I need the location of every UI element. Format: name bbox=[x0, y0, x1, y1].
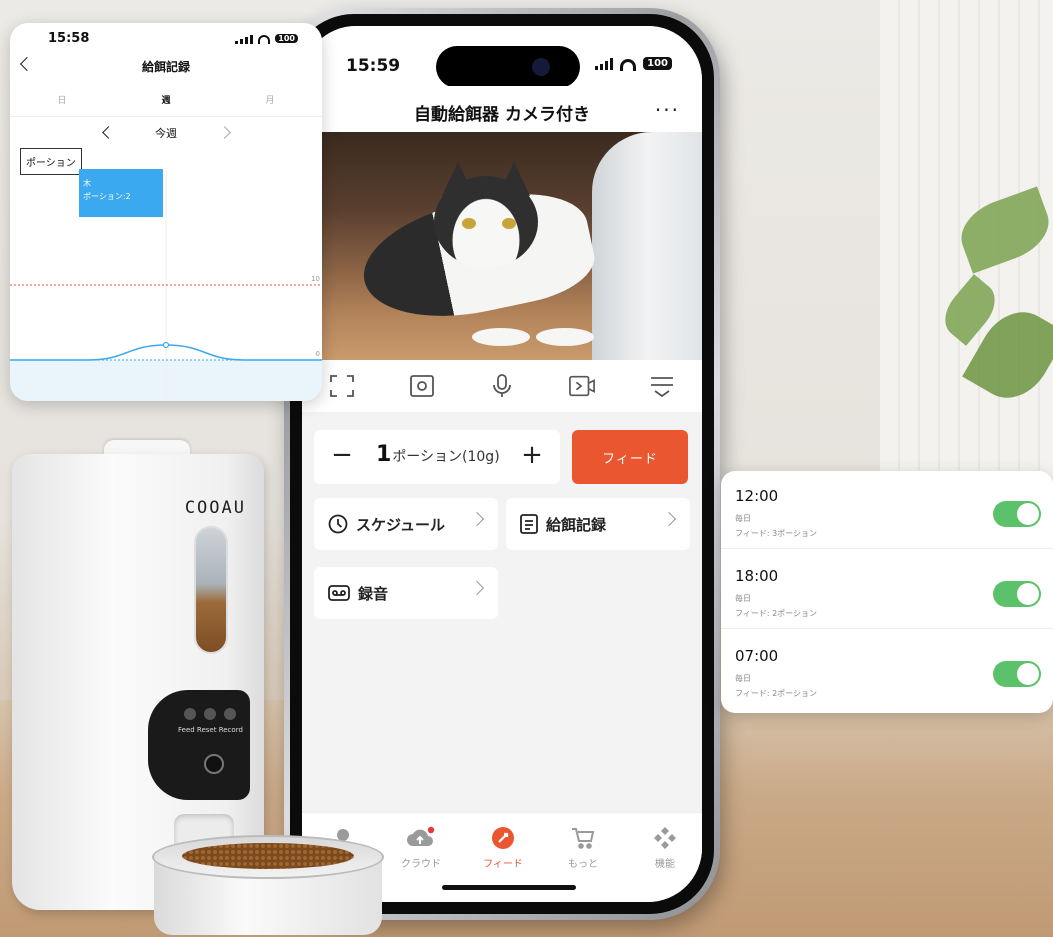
portion-value: 1ポーション(10g) bbox=[376, 442, 500, 467]
feeding-record-screen: 15:58 100 給餌記録 日 週 月 今週 10 0 ポーション 木 ポーシ… bbox=[10, 23, 322, 401]
schedule-time: 07:00 bbox=[735, 647, 779, 665]
schedule-repeat: 毎日 bbox=[735, 514, 751, 523]
reference-label-zero: 0 bbox=[316, 350, 320, 358]
camera-feed[interactable] bbox=[302, 132, 702, 360]
feed-hw-button bbox=[184, 708, 196, 720]
chevron-right-icon bbox=[469, 511, 485, 527]
tab-more[interactable]: もっと bbox=[548, 825, 618, 870]
microphone-icon[interactable] bbox=[489, 373, 515, 399]
schedule-item[interactable]: 12:00 毎日 フィード: 3ポーション bbox=[721, 471, 1053, 549]
schedule-item[interactable]: 18:00 毎日 フィード: 2ポーション bbox=[721, 551, 1053, 629]
status-icons: 100 bbox=[595, 57, 672, 71]
fullscreen-icon[interactable] bbox=[329, 373, 355, 399]
clock-icon bbox=[328, 514, 348, 534]
home-indicator bbox=[442, 885, 576, 890]
tooltip-value: ポーション:2 bbox=[83, 192, 131, 201]
settings-menu-icon[interactable] bbox=[649, 373, 675, 399]
record-hw-button bbox=[224, 708, 236, 720]
battery-icon: 100 bbox=[643, 57, 672, 70]
feed-control-row: − 1ポーション(10g) + フィード bbox=[314, 430, 694, 484]
chevron-right-icon bbox=[661, 511, 677, 527]
schedule-detail: フィード: 2ポーション bbox=[735, 689, 818, 698]
reference-label-top: 10 bbox=[311, 275, 320, 283]
schedule-detail: フィード: 3ポーション bbox=[735, 529, 818, 538]
portion-unit: ポーション(10g) bbox=[392, 449, 500, 465]
phone-screen: 15:59 100 自動給餌器 カメラ付き ··· − 1ポーション(10g) … bbox=[302, 26, 702, 902]
feeding-chart: 10 0 bbox=[10, 168, 322, 401]
schedule-label: スケジュール bbox=[356, 515, 445, 534]
feed-now-button[interactable]: フィード bbox=[572, 430, 688, 484]
tab-features[interactable]: 機能 bbox=[630, 825, 700, 870]
more-options-icon[interactable]: ··· bbox=[655, 98, 680, 122]
schedule-repeat: 毎日 bbox=[735, 594, 751, 603]
cat-paw bbox=[472, 328, 530, 346]
schedule-detail: フィード: 2ポーション bbox=[735, 609, 818, 618]
document-icon bbox=[520, 514, 538, 534]
cart-icon bbox=[548, 825, 618, 851]
tab-feed[interactable]: フィード bbox=[468, 825, 538, 870]
signal-icon bbox=[595, 57, 614, 70]
schedule-toggle[interactable] bbox=[993, 501, 1041, 527]
decrease-portion-button[interactable]: − bbox=[328, 440, 356, 472]
dynamic-island bbox=[436, 46, 580, 88]
schedule-toggle[interactable] bbox=[993, 581, 1041, 607]
wifi-icon bbox=[620, 58, 637, 71]
portion-count: 1 bbox=[376, 442, 392, 467]
chart-tooltip: 木 ポーション:2 bbox=[79, 169, 163, 217]
snapshot-icon[interactable] bbox=[409, 373, 435, 399]
features-icon bbox=[630, 825, 700, 851]
cat-head bbox=[434, 176, 538, 268]
cloud-icon bbox=[386, 825, 456, 851]
cat-paw bbox=[536, 328, 594, 346]
schedule-repeat: 毎日 bbox=[735, 674, 751, 683]
app-header: 自動給餌器 カメラ付き ··· bbox=[302, 86, 702, 132]
camera-lens bbox=[204, 754, 224, 774]
recording-label: 録音 bbox=[358, 584, 389, 603]
chevron-right-icon bbox=[469, 580, 485, 596]
portion-stepper: − 1ポーション(10g) + bbox=[314, 430, 560, 484]
bowl-kibble bbox=[182, 843, 354, 869]
camera-feed-curtain bbox=[592, 132, 702, 360]
schedule-time: 12:00 bbox=[735, 487, 779, 505]
schedule-time: 18:00 bbox=[735, 567, 779, 585]
tape-icon bbox=[328, 585, 350, 601]
smartphone: 15:59 100 自動給餌器 カメラ付き ··· − 1ポーション(10g) … bbox=[284, 8, 720, 920]
camera-toolbar bbox=[302, 360, 702, 412]
schedule-toggle[interactable] bbox=[993, 661, 1041, 687]
data-point[interactable] bbox=[162, 341, 170, 349]
tab-cloud-label: クラウド bbox=[401, 859, 441, 870]
panel-labels: Feed Reset Record bbox=[178, 726, 243, 734]
tooltip-day: 木 bbox=[83, 179, 91, 188]
feeder-control-panel: Feed Reset Record bbox=[148, 690, 250, 800]
tab-features-label: 機能 bbox=[655, 859, 675, 870]
feed-icon bbox=[468, 825, 538, 851]
records-label: 給餌記録 bbox=[546, 515, 607, 534]
food-bowl bbox=[152, 835, 384, 935]
reset-hw-button bbox=[204, 708, 216, 720]
increase-portion-button[interactable]: + bbox=[518, 440, 546, 472]
schedule-menu-card[interactable]: スケジュール bbox=[314, 498, 498, 550]
status-time: 15:59 bbox=[346, 56, 401, 76]
cat-eye bbox=[462, 218, 476, 229]
food-level-window bbox=[194, 526, 228, 654]
recording-menu-card[interactable]: 録音 bbox=[314, 567, 498, 619]
schedule-card: 12:00 毎日 フィード: 3ポーション 18:00 毎日 フィード: 2ポー… bbox=[721, 471, 1053, 713]
status-bar: 15:59 100 bbox=[302, 26, 702, 88]
tab-feed-label: フィード bbox=[483, 859, 523, 870]
schedule-item[interactable]: 07:00 毎日 フィード: 2ポーション bbox=[721, 631, 1053, 709]
records-menu-card[interactable]: 給餌記録 bbox=[506, 498, 690, 550]
tab-more-label: もっと bbox=[568, 859, 598, 870]
tab-cloud[interactable]: クラウド bbox=[386, 825, 456, 870]
cat-eye bbox=[502, 218, 516, 229]
feeder-brand-logo: COOAU bbox=[184, 498, 246, 518]
phone-bezel: 15:59 100 自動給餌器 カメラ付き ··· − 1ポーション(10g) … bbox=[290, 14, 714, 914]
record-video-icon[interactable] bbox=[569, 373, 595, 399]
page-title: 自動給餌器 カメラ付き bbox=[414, 105, 590, 125]
portion-legend: ポーション bbox=[20, 148, 82, 175]
